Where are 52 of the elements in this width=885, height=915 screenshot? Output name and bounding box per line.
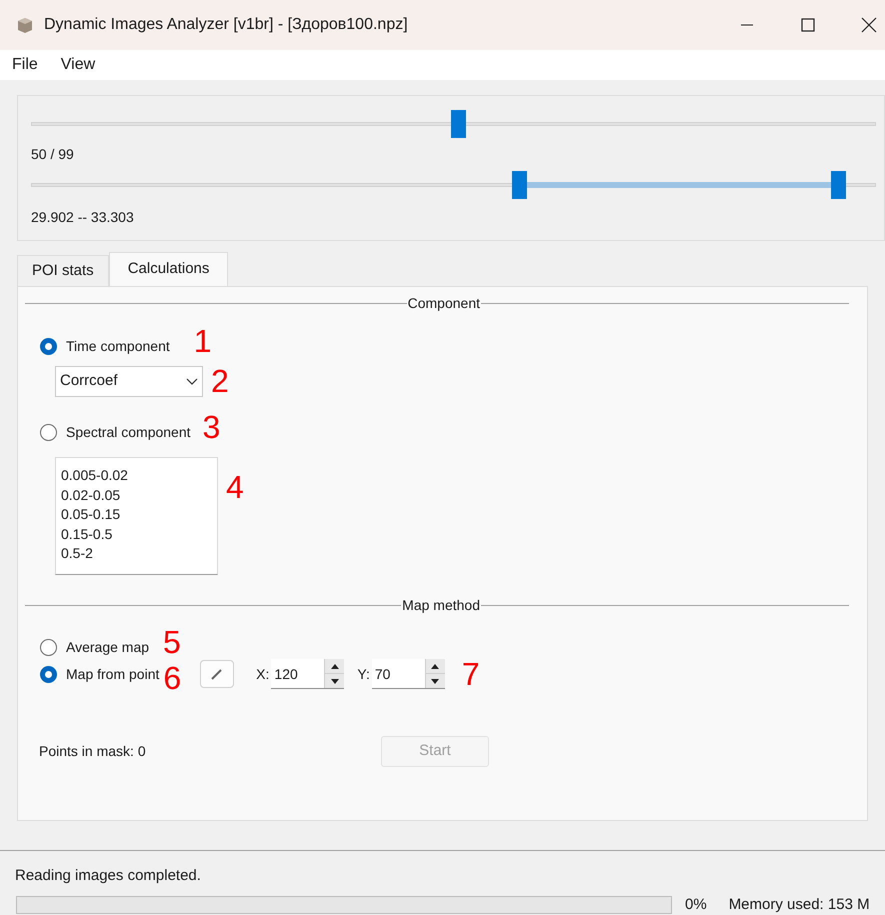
radio-button[interactable] xyxy=(40,424,57,441)
annotation-number: 4 xyxy=(226,471,244,503)
method-dropdown[interactable]: Corrcoef xyxy=(55,366,203,397)
chevron-down-icon xyxy=(186,378,198,386)
list-item[interactable]: 0.05-0.15 xyxy=(61,505,217,524)
list-item[interactable]: 0.005-0.02 xyxy=(61,466,217,486)
menu-item[interactable]: View xyxy=(60,53,96,77)
radio-label[interactable]: Time component xyxy=(66,336,170,357)
progress-reading: 0% xyxy=(685,894,707,914)
list-item[interactable]: 0.15-0.5 xyxy=(61,524,217,544)
menu-item[interactable]: File xyxy=(12,53,38,77)
status-message: Reading images completed. xyxy=(15,866,202,886)
group-title: Component xyxy=(406,294,481,313)
list-item[interactable]: 0.5-2 xyxy=(61,544,217,564)
annotation-number: 5 xyxy=(163,626,181,658)
spin-box[interactable]: 120 xyxy=(271,659,344,689)
range-thumb[interactable] xyxy=(512,171,528,199)
annotation-number: 7 xyxy=(462,658,480,690)
range-thumb[interactable] xyxy=(830,171,846,199)
annotation-number: 1 xyxy=(194,325,212,357)
radio-label[interactable]: Spectral component xyxy=(66,422,191,443)
tab[interactable]: POI stats xyxy=(17,255,109,286)
frame-reading: 50 / 99 xyxy=(31,145,75,164)
maximize-icon[interactable] xyxy=(800,17,816,33)
group-title: Map method xyxy=(401,596,481,615)
radio-label[interactable]: Average map xyxy=(66,637,150,658)
annotation-number: 6 xyxy=(163,662,182,694)
annotation-number: 2 xyxy=(211,365,229,397)
window-title: Dynamic Images Analyzer [v1br] - [Здоров100.npz] xyxy=(44,15,408,35)
radio-button[interactable] xyxy=(40,639,57,656)
app-icon xyxy=(16,16,34,34)
tab[interactable]: Calculations xyxy=(108,252,228,286)
picker-button[interactable] xyxy=(200,660,234,688)
spin-label: X: xyxy=(256,664,270,684)
list-item[interactable]: 0.02-0.05 xyxy=(61,486,217,505)
frame-slider[interactable] xyxy=(31,110,876,138)
range-reading: 29.902 -- 33.303 xyxy=(31,208,135,227)
spin-box[interactable]: 70 xyxy=(372,659,445,689)
points-in-mask-label: Points in mask: 0 xyxy=(39,742,147,761)
pencil-icon xyxy=(211,668,224,680)
spin-value: 70 xyxy=(374,665,392,684)
close-icon[interactable] xyxy=(861,17,877,33)
slider-thumb[interactable] xyxy=(450,110,466,138)
bands-list[interactable]: 0.005-0.02 0.02-0.05 0.05-0.15 0.15-0.5 0.5-2 xyxy=(55,457,218,575)
radio-button[interactable] xyxy=(40,338,57,355)
range-slider[interactable] xyxy=(31,171,876,199)
radio-label[interactable]: Map from point xyxy=(66,664,160,684)
spin-label: Y: xyxy=(357,664,370,684)
radio-button[interactable] xyxy=(40,666,57,682)
spin-value: 120 xyxy=(273,665,299,684)
annotation-number: 3 xyxy=(202,411,220,443)
memory-usage: Memory used: 153 M xyxy=(728,894,870,914)
